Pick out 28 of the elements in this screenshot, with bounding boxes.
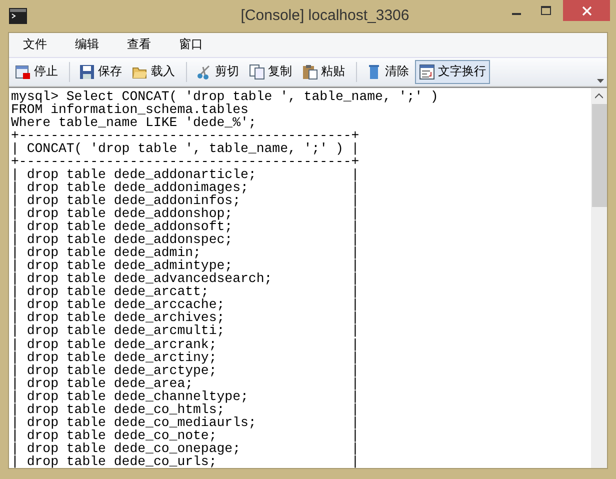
minimize-icon bbox=[512, 13, 520, 16]
copy-icon bbox=[249, 64, 265, 80]
stop-icon bbox=[15, 64, 31, 80]
menu-item[interactable]: 查看 bbox=[117, 36, 161, 54]
scrollbar-thumb[interactable] bbox=[592, 104, 606, 207]
toolbar-button[interactable]: 剪切 bbox=[192, 60, 243, 84]
close-button[interactable] bbox=[563, 0, 610, 22]
menu-item[interactable]: 编辑 bbox=[65, 36, 109, 54]
menu-item[interactable]: 文件 bbox=[13, 36, 57, 54]
text-wrap-icon bbox=[419, 64, 435, 80]
maximize-icon bbox=[541, 6, 551, 16]
toolbar-button[interactable]: 停止 bbox=[11, 60, 62, 84]
window-title: [Console] localhost_3306 bbox=[240, 7, 410, 24]
toolbar-button[interactable]: 载入 bbox=[128, 60, 179, 84]
console-icon bbox=[9, 8, 27, 24]
scroll-up-icon[interactable] bbox=[595, 92, 603, 99]
overflow-icon[interactable] bbox=[597, 78, 604, 83]
close-icon bbox=[582, 6, 592, 16]
menu-item[interactable]: 窗口 bbox=[169, 36, 213, 54]
scissors-icon bbox=[196, 64, 212, 80]
toolbar-button[interactable]: 复制 bbox=[245, 60, 296, 84]
toolbar-button[interactable]: 清除 bbox=[362, 60, 413, 84]
clipboard-icon bbox=[302, 64, 318, 80]
toolbar-button[interactable]: 粘贴 bbox=[298, 60, 349, 84]
console-output: mysql> Select CONCAT( 'drop table ', table_name, ';' ) FROM information_schema.tables Where table_name LIKE 'dede_%'; +------------------------------------------+ | CONCAT( 'drop table ', table_name, ';' ) | +------------------------------------------+ | drop table dede_addonarticle; | | drop table dede_addonimages; | | drop table dede_addoninfos; | | drop table dede_addonshop; | | drop table dede_addonsoft; | | drop table dede_addonspec; | | drop table dede_admin; | | drop table dede_admintype; | | drop table dede_advancedsearch; | | drop table dede_arcatt; | | drop table dede_arccache; | | drop table dede_archives; | | drop table dede_arcmulti; | | drop table dede_arcrank; | | drop table dede_arctiny; | | drop table dede_arctype; | | drop table dede_area; | | drop table dede_channeltype; | | drop table dede_co_htmls; | | drop table dede_co_mediaurls; | | drop table dede_co_note; | | drop table dede_co_onepage; | | drop table dede_co_urls; | bbox=[10, 88, 440, 468]
toolbar-button[interactable]: 保存 bbox=[75, 60, 126, 84]
toolbar-button[interactable]: 文字换行 bbox=[415, 60, 490, 84]
trash-can-icon bbox=[366, 64, 382, 80]
